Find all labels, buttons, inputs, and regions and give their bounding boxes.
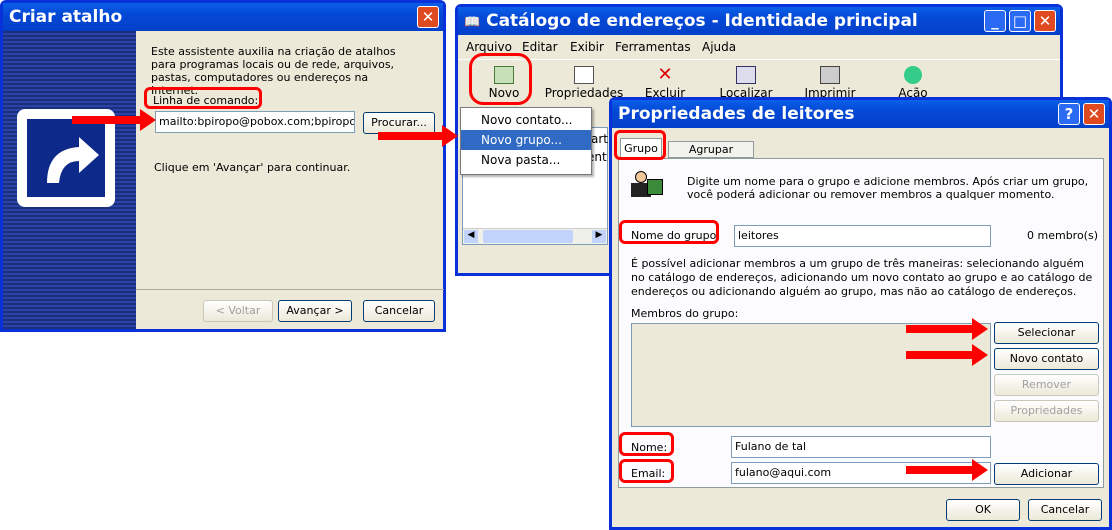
separator: [136, 289, 444, 290]
menu-ferramentas[interactable]: Ferramentas: [615, 40, 691, 54]
minimize-button[interactable]: _: [984, 10, 1006, 32]
action-icon: [904, 66, 922, 84]
group-name-input[interactable]: leitores: [734, 225, 991, 247]
members-list[interactable]: [631, 323, 991, 427]
highlight-group-tab: [614, 130, 666, 160]
add-button[interactable]: Adicionar: [994, 463, 1099, 485]
close-button[interactable]: ✕: [1034, 10, 1056, 32]
menu-ajuda[interactable]: Ajuda: [702, 40, 736, 54]
maximize-button[interactable]: □: [1009, 10, 1031, 32]
book-icon: 📖: [464, 15, 481, 30]
list-fragment: art: [591, 132, 608, 146]
group-properties-window: Propriedades de leitores ? ✕ Grupo Agrup…: [609, 97, 1112, 530]
arrow-to-new-contact: [906, 344, 990, 366]
window-title: Propriedades de leitores: [618, 104, 855, 124]
close-button[interactable]: ✕: [1083, 103, 1105, 125]
arrow-to-new-group: [378, 125, 460, 147]
cancel-button[interactable]: Cancelar: [1028, 499, 1102, 521]
remove-button[interactable]: Remover: [994, 374, 1099, 396]
printer-icon: [820, 66, 840, 84]
arrow-to-command-input: [72, 109, 158, 131]
highlight-command-label: [144, 87, 262, 109]
title-bar: Criar atalho ✕: [3, 3, 443, 31]
new-dropdown-menu: Novo contato... Novo grupo... Nova pasta…: [460, 107, 592, 175]
menu-new-folder[interactable]: Nova pasta...: [461, 150, 591, 170]
select-members-button[interactable]: Selecionar membros: [994, 322, 1099, 359]
menu-bar: Arquivo Editar Exibir Ferramentas Ajuda: [458, 37, 1060, 57]
delete-button[interactable]: ✕ Excluir: [640, 64, 690, 101]
menu-arquivo[interactable]: Arquivo: [466, 40, 512, 54]
scroll-thumb[interactable]: [483, 230, 573, 243]
help-button[interactable]: ?: [1058, 103, 1080, 125]
continue-hint: Clique em 'Avançar' para continuar.: [154, 161, 351, 174]
menu-exibir[interactable]: Exibir: [570, 40, 604, 54]
command-line-input[interactable]: mailto:bpiropo@pobox.com;bpiropo@m: [155, 111, 355, 133]
window-title: Criar atalho: [9, 7, 123, 27]
window-title: Catálogo de endereços - Identidade princ…: [486, 11, 918, 31]
cancel-button[interactable]: Cancelar: [363, 300, 435, 322]
group-icon: [631, 169, 665, 197]
print-button[interactable]: Imprimir: [800, 66, 860, 100]
scroll-right-icon[interactable]: ▶: [592, 230, 606, 243]
menu-new-group[interactable]: Novo grupo...: [461, 130, 591, 150]
highlight-name-label: [619, 432, 674, 456]
add-members-explanation: É possível adicionar membros a um grupo …: [631, 257, 1093, 298]
arrow-to-add-button: [906, 459, 990, 481]
title-bar: Propriedades de leitores ? ✕: [612, 100, 1109, 128]
members-label: Membros do grupo:: [631, 307, 739, 320]
highlight-email-label: [619, 459, 674, 483]
tab-details[interactable]: Agrupar detalhes: [668, 141, 754, 172]
highlight-new-button: [469, 53, 532, 105]
next-button[interactable]: Avançar >: [278, 300, 352, 322]
menu-new-contact[interactable]: Novo contato...: [461, 110, 591, 130]
properties-icon: [574, 66, 594, 84]
member-count: 0 membro(s): [1027, 229, 1099, 242]
new-contact-button[interactable]: Novo contato: [994, 348, 1099, 370]
horizontal-scrollbar[interactable]: ◀ ▶: [463, 228, 607, 244]
delete-icon: ✕: [657, 64, 673, 85]
properties-button[interactable]: Propriedades: [994, 400, 1099, 422]
scroll-left-icon[interactable]: ◀: [464, 230, 478, 243]
create-shortcut-window: Criar atalho ✕ Este assistente auxilia n…: [0, 0, 446, 332]
wizard-banner: [3, 31, 136, 329]
find-button[interactable]: Localizar: [716, 66, 776, 100]
arrow-to-select-members: [906, 318, 990, 340]
back-button[interactable]: < Voltar: [203, 300, 273, 322]
properties-button[interactable]: Propriedades: [542, 66, 626, 100]
close-button[interactable]: ✕: [417, 6, 439, 28]
menu-editar[interactable]: Editar: [522, 40, 558, 54]
action-button[interactable]: Ação: [888, 66, 938, 100]
title-bar: 📖 Catálogo de endereços - Identidade pri…: [458, 7, 1060, 35]
name-input[interactable]: Fulano de tal: [731, 436, 991, 458]
group-intro: Digite um nome para o grupo e adicione m…: [687, 175, 1089, 201]
highlight-group-name-label: [619, 220, 719, 244]
tab-panel: Digite um nome para o grupo e adicione m…: [618, 158, 1104, 488]
ok-button[interactable]: OK: [946, 499, 1020, 521]
find-icon: [736, 66, 756, 84]
